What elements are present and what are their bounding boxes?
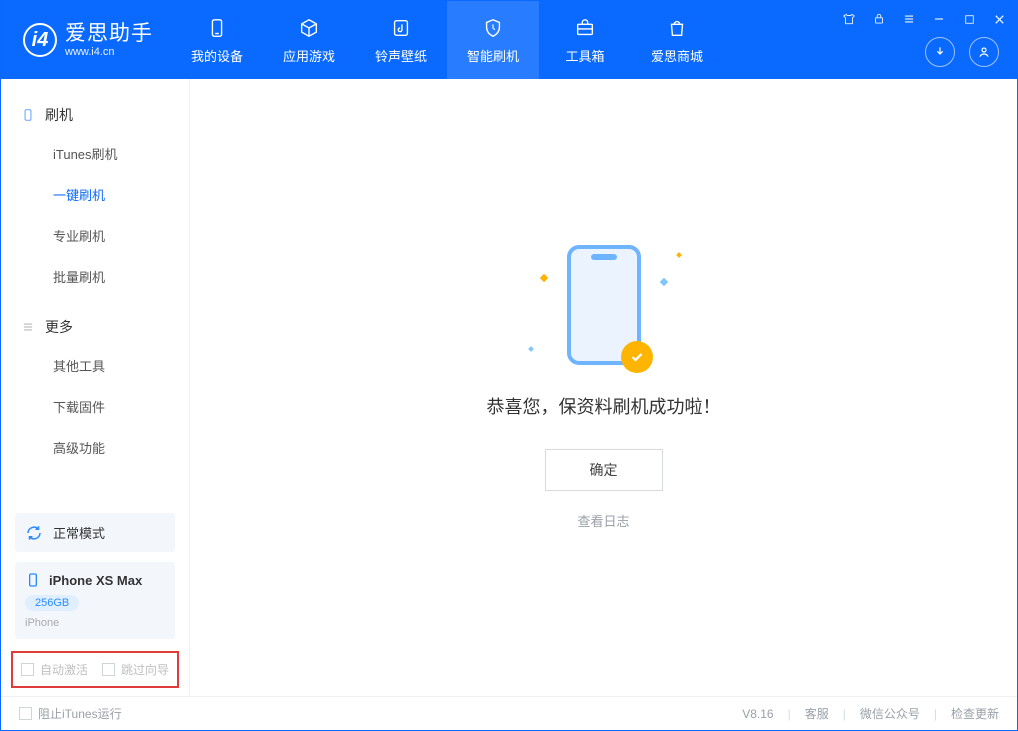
device-card[interactable]: iPhone XS Max 256GB iPhone xyxy=(15,562,175,639)
sidebar-item-pro-flash[interactable]: 专业刷机 xyxy=(1,215,189,256)
menu-lines-icon xyxy=(21,320,35,334)
nav-ringtones-wallpapers[interactable]: 铃声壁纸 xyxy=(355,1,447,79)
separator: | xyxy=(788,707,791,721)
version-label: V8.16 xyxy=(742,707,773,721)
success-illustration xyxy=(567,245,641,365)
header-right xyxy=(925,37,999,67)
checkbox-highlight-row: 自动激活 跳过向导 xyxy=(11,651,179,688)
sidebar: 刷机 iTunes刷机 一键刷机 专业刷机 批量刷机 更多 其他工具 下载固件 … xyxy=(1,79,190,696)
cube-icon xyxy=(297,16,321,40)
bag-icon xyxy=(665,16,689,40)
nav-store[interactable]: 爱思商城 xyxy=(631,1,723,79)
device-storage: 256GB xyxy=(25,595,79,611)
close-icon[interactable] xyxy=(991,11,1007,27)
nav-label: 应用游戏 xyxy=(283,46,335,65)
nav-apps-games[interactable]: 应用游戏 xyxy=(263,1,355,79)
nav-label: 我的设备 xyxy=(191,46,243,65)
top-nav: 我的设备 应用游戏 铃声壁纸 智能刷机 工具箱 爱思商城 xyxy=(171,1,723,79)
shield-icon xyxy=(481,16,505,40)
sidebar-item-itunes-flash[interactable]: iTunes刷机 xyxy=(1,133,189,174)
sidebar-section-more: 更多 xyxy=(1,309,189,345)
phone-icon xyxy=(21,108,35,122)
device-icon xyxy=(205,16,229,40)
sidebar-item-other-tools[interactable]: 其他工具 xyxy=(1,345,189,386)
separator: | xyxy=(934,707,937,721)
minimize-icon[interactable] xyxy=(931,11,947,27)
section-title: 刷机 xyxy=(45,105,73,125)
checkbox-icon xyxy=(102,663,115,676)
section-title: 更多 xyxy=(45,317,73,337)
mode-card[interactable]: 正常模式 xyxy=(15,513,175,552)
nav-label: 工具箱 xyxy=(565,46,604,65)
checkbox-label: 自动激活 xyxy=(40,661,88,678)
sparkle-icon xyxy=(659,278,667,286)
sparkle-icon xyxy=(528,346,534,352)
maximize-icon[interactable] xyxy=(961,11,977,27)
device-name: iPhone XS Max xyxy=(49,573,142,588)
sparkle-icon xyxy=(539,274,547,282)
checkbox-icon xyxy=(19,707,32,720)
tshirt-icon[interactable] xyxy=(841,11,857,27)
footer-link-support[interactable]: 客服 xyxy=(805,705,829,722)
app-subtitle: www.i4.cn xyxy=(65,46,153,58)
view-log-link[interactable]: 查看日志 xyxy=(577,511,629,530)
check-badge-icon xyxy=(621,341,653,373)
checkbox-block-itunes[interactable]: 阻止iTunes运行 xyxy=(19,705,122,722)
app-title: 爱思助手 xyxy=(65,22,153,45)
refresh-icon xyxy=(25,524,43,542)
checkbox-label: 跳过向导 xyxy=(121,661,169,678)
menu-icon[interactable] xyxy=(901,11,917,27)
nav-my-device[interactable]: 我的设备 xyxy=(171,1,263,79)
nav-smart-flash[interactable]: 智能刷机 xyxy=(447,1,539,79)
sidebar-item-oneclick-flash[interactable]: 一键刷机 xyxy=(1,174,189,215)
sidebar-item-advanced[interactable]: 高级功能 xyxy=(1,427,189,468)
checkbox-skip-guide[interactable]: 跳过向导 xyxy=(102,661,169,678)
sparkle-icon xyxy=(676,252,682,258)
nav-toolbox[interactable]: 工具箱 xyxy=(539,1,631,79)
mode-label: 正常模式 xyxy=(53,523,105,542)
separator: | xyxy=(843,707,846,721)
sidebar-item-batch-flash[interactable]: 批量刷机 xyxy=(1,256,189,297)
title-bar xyxy=(841,11,1007,27)
download-button[interactable] xyxy=(925,37,955,67)
nav-label: 智能刷机 xyxy=(467,46,519,65)
nav-label: 爱思商城 xyxy=(651,46,703,65)
success-message: 恭喜您，保资料刷机成功啦！ xyxy=(487,393,721,419)
sidebar-section-flash: 刷机 xyxy=(1,97,189,133)
checkbox-icon xyxy=(21,663,34,676)
device-type: iPhone xyxy=(25,617,165,629)
sidebar-item-download-firmware[interactable]: 下载固件 xyxy=(1,386,189,427)
music-icon xyxy=(389,16,413,40)
toolbox-icon xyxy=(573,16,597,40)
checkbox-auto-activate[interactable]: 自动激活 xyxy=(21,661,88,678)
footer-link-wechat[interactable]: 微信公众号 xyxy=(860,705,920,722)
logo-icon: i4 xyxy=(23,23,57,57)
footer-link-update[interactable]: 检查更新 xyxy=(951,705,999,722)
main-content: 恭喜您，保资料刷机成功啦！ 确定 查看日志 xyxy=(190,79,1017,696)
app-logo: i4 爱思助手 www.i4.cn xyxy=(1,22,171,57)
status-bar: 阻止iTunes运行 V8.16 | 客服 | 微信公众号 | 检查更新 xyxy=(1,696,1017,730)
nav-label: 铃声壁纸 xyxy=(375,46,427,65)
device-icon xyxy=(25,572,41,588)
lock-icon[interactable] xyxy=(871,11,887,27)
app-header: i4 爱思助手 www.i4.cn 我的设备 应用游戏 铃声壁纸 智能刷机 工具… xyxy=(1,1,1017,79)
ok-button[interactable]: 确定 xyxy=(545,449,663,491)
checkbox-label: 阻止iTunes运行 xyxy=(38,705,122,722)
profile-button[interactable] xyxy=(969,37,999,67)
